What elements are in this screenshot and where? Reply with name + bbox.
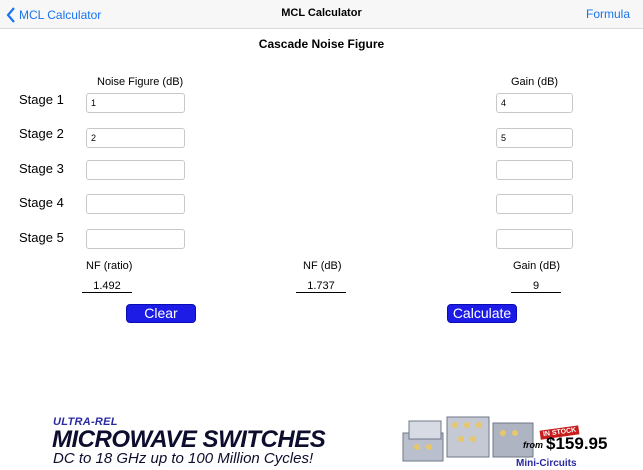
gain-column-header: Gain (dB) [511, 76, 559, 88]
stage-4-gain-input[interactable] [496, 194, 573, 214]
navigation-bar: MCL Calculator MCL Calculator Formula [0, 0, 643, 29]
ad-price: $159.95 [546, 434, 608, 453]
stage-2-noise-figure-input[interactable] [86, 128, 185, 148]
stage-2-label: Stage 2 [19, 126, 64, 141]
stage-4-label: Stage 4 [19, 195, 64, 210]
noise-figure-column-header: Noise Figure (dB) [97, 76, 184, 88]
nf-ratio-label: NF (ratio) [86, 260, 133, 272]
calculate-button[interactable]: Calculate [447, 304, 517, 323]
clear-button[interactable]: Clear [126, 304, 196, 323]
stage-1-label: Stage 1 [19, 92, 64, 107]
stage-1-gain-input[interactable] [496, 93, 573, 113]
stage-3-label: Stage 3 [19, 161, 64, 176]
advertisement-banner[interactable]: ULTRA-REL MICROWAVE SWITCHES DC to 18 GH… [0, 408, 643, 470]
ad-price-from: from [523, 440, 543, 450]
stage-4-noise-figure-input[interactable] [86, 194, 185, 214]
nf-db-label: NF (dB) [303, 260, 342, 272]
ad-brand-logo: Mini-Circuits [516, 458, 577, 469]
stage-3-gain-input[interactable] [496, 160, 573, 180]
page-title: Cascade Noise Figure [258, 37, 385, 51]
formula-button[interactable]: Formula [586, 7, 630, 21]
stage-5-noise-figure-input[interactable] [86, 229, 185, 249]
stage-3-noise-figure-input[interactable] [86, 160, 185, 180]
ad-subline: DC to 18 GHz up to 100 Million Cycles! [53, 450, 314, 467]
nf-db-value: 1.737 [296, 280, 346, 293]
stage-1-noise-figure-input[interactable] [86, 93, 185, 113]
total-gain-value: 9 [511, 280, 561, 293]
stage-5-label: Stage 5 [19, 230, 64, 245]
nav-title: MCL Calculator [281, 7, 362, 19]
stage-2-gain-input[interactable] [496, 128, 573, 148]
nf-ratio-value: 1.492 [82, 280, 132, 293]
stage-5-gain-input[interactable] [496, 229, 573, 249]
total-gain-label: Gain (dB) [513, 260, 561, 272]
